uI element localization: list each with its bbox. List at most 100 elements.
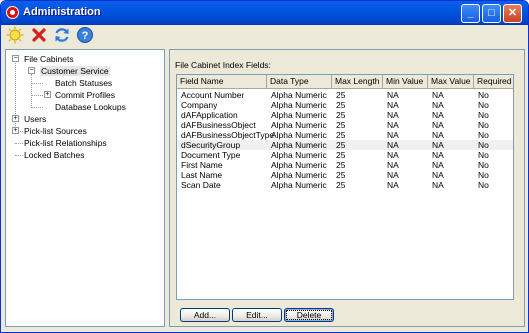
tree-item-pick-list-relationships[interactable]: Pick-list Relationships [24, 137, 107, 149]
cell-max-value: NA [432, 140, 444, 150]
navigation-tree[interactable]: − File Cabinets − Customer Service Batch… [5, 49, 165, 327]
tree-item-locked-batches[interactable]: Locked Batches [24, 149, 84, 161]
users-expander[interactable]: + [12, 115, 19, 122]
new-icon[interactable] [6, 26, 24, 44]
file-cabinets-expander[interactable]: − [12, 55, 19, 62]
cell-required: No [478, 170, 489, 180]
cell-data-type: Alpha Numeric [271, 100, 327, 110]
cell-field-name: dAFBusinessObjectType [181, 130, 275, 140]
minimize-button[interactable]: _ [461, 4, 480, 23]
edit-button[interactable]: Edit... [232, 308, 282, 322]
cell-field-name: Company [181, 100, 218, 110]
cell-max-value: NA [432, 90, 444, 100]
cell-data-type: Alpha Numeric [271, 120, 327, 130]
cell-field-name: dAFApplication [181, 110, 238, 120]
cell-min-value: NA [387, 170, 399, 180]
cell-max-value: NA [432, 160, 444, 170]
cell-max-value: NA [432, 180, 444, 190]
tree-item-label: Commit Profiles [55, 90, 115, 100]
tree-item-customer-service[interactable]: Customer Service [40, 65, 110, 77]
cell-required: No [478, 180, 489, 190]
table-row[interactable]: Document Type Alpha Numeric 25 NA NA No [177, 150, 513, 160]
cell-max-length: 25 [336, 90, 346, 100]
cell-max-value: NA [432, 120, 444, 130]
cell-max-length: 25 [336, 170, 346, 180]
tree-item-label: Pick-list Sources [24, 126, 87, 136]
cell-required: No [478, 150, 489, 160]
table-row[interactable]: dAFApplication Alpha Numeric 25 NA NA No [177, 110, 513, 120]
cell-min-value: NA [387, 90, 399, 100]
help-icon[interactable]: ? [76, 26, 94, 44]
table-row[interactable]: Scan Date Alpha Numeric 25 NA NA No [177, 180, 513, 190]
tree-item-batch-statuses[interactable]: Batch Statuses [55, 77, 112, 89]
add-button[interactable]: Add... [180, 308, 230, 322]
tree-item-label: Locked Batches [24, 150, 85, 160]
cell-field-name: Document Type [181, 150, 241, 160]
table-header: Field Name Data Type Max Length Min Valu… [177, 75, 513, 89]
table-row[interactable]: First Name Alpha Numeric 25 NA NA No [177, 160, 513, 170]
cell-field-name: dAFBusinessObject [181, 120, 256, 130]
cell-field-name: Last Name [181, 170, 223, 180]
column-header-min-value[interactable]: Min Value [383, 75, 428, 88]
column-header-data-type[interactable]: Data Type [267, 75, 332, 88]
cell-data-type: Alpha Numeric [271, 150, 327, 160]
column-header-max-length[interactable]: Max Length [332, 75, 383, 88]
cell-min-value: NA [387, 160, 399, 170]
cell-required: No [478, 110, 489, 120]
cell-field-name: First Name [181, 160, 223, 170]
cell-min-value: NA [387, 110, 399, 120]
customer-service-expander[interactable]: − [28, 67, 35, 74]
maximize-button[interactable]: □ [482, 4, 501, 23]
tree-item-label: File Cabinets [24, 54, 74, 64]
cell-required: No [478, 140, 489, 150]
table-row[interactable]: Account Number Alpha Numeric 25 NA NA No [177, 90, 513, 100]
tree-item-database-lookups[interactable]: Database Lookups [55, 101, 126, 113]
column-header-max-value[interactable]: Max Value [428, 75, 474, 88]
app-icon [6, 6, 19, 19]
cell-max-value: NA [432, 170, 444, 180]
cell-data-type: Alpha Numeric [271, 170, 327, 180]
cell-max-length: 25 [336, 180, 346, 190]
commit-profiles-expander[interactable]: + [44, 91, 51, 98]
cell-min-value: NA [387, 150, 399, 160]
cell-required: No [478, 120, 489, 130]
toolbar: ? [1, 25, 528, 47]
tree-item-label: Database Lookups [55, 102, 126, 112]
tree-item-file-cabinets[interactable]: File Cabinets [24, 53, 74, 65]
cell-required: No [478, 130, 489, 140]
pick-list-sources-expander[interactable]: + [12, 127, 19, 134]
cell-min-value: NA [387, 100, 399, 110]
table-row[interactable]: dSecurityGroup Alpha Numeric 25 NA NA No [177, 140, 513, 150]
cell-data-type: Alpha Numeric [271, 160, 327, 170]
refresh-icon[interactable] [53, 26, 71, 44]
cell-data-type: Alpha Numeric [271, 110, 327, 120]
cell-data-type: Alpha Numeric [271, 180, 327, 190]
tree-item-pick-list-sources[interactable]: Pick-list Sources [24, 125, 87, 137]
cell-data-type: Alpha Numeric [271, 90, 327, 100]
index-fields-table[interactable]: Field Name Data Type Max Length Min Valu… [176, 74, 514, 300]
cell-max-length: 25 [336, 160, 346, 170]
table-row[interactable]: Last Name Alpha Numeric 25 NA NA No [177, 170, 513, 180]
svg-text:?: ? [82, 30, 89, 42]
cell-field-name: Scan Date [181, 180, 221, 190]
cell-max-length: 25 [336, 140, 346, 150]
cell-field-name: dSecurityGroup [181, 140, 241, 150]
cell-data-type: Alpha Numeric [271, 130, 327, 140]
title-bar[interactable]: Administration _ □ ✕ [1, 1, 528, 25]
tree-item-users[interactable]: Users [24, 113, 46, 125]
cell-max-value: NA [432, 130, 444, 140]
tree-item-label: Users [24, 114, 47, 124]
cell-data-type: Alpha Numeric [271, 140, 327, 150]
table-row[interactable]: Company Alpha Numeric 25 NA NA No [177, 100, 513, 110]
tree-item-commit-profiles[interactable]: Commit Profiles [55, 89, 115, 101]
cell-max-length: 25 [336, 100, 346, 110]
close-button[interactable]: ✕ [503, 4, 522, 23]
cell-min-value: NA [387, 120, 399, 130]
delete-icon[interactable] [30, 26, 48, 44]
column-header-required[interactable]: Required [474, 75, 513, 88]
column-header-field-name[interactable]: Field Name [177, 75, 267, 88]
table-row[interactable]: dAFBusinessObject Alpha Numeric 25 NA NA No [177, 120, 513, 130]
administration-window: Administration _ □ ✕ ? − File Cabinets −… [0, 0, 529, 333]
table-row[interactable]: dAFBusinessObjectType Alpha Numeric 25 NA NA… [177, 130, 513, 140]
delete-button[interactable]: Delete [284, 308, 334, 322]
